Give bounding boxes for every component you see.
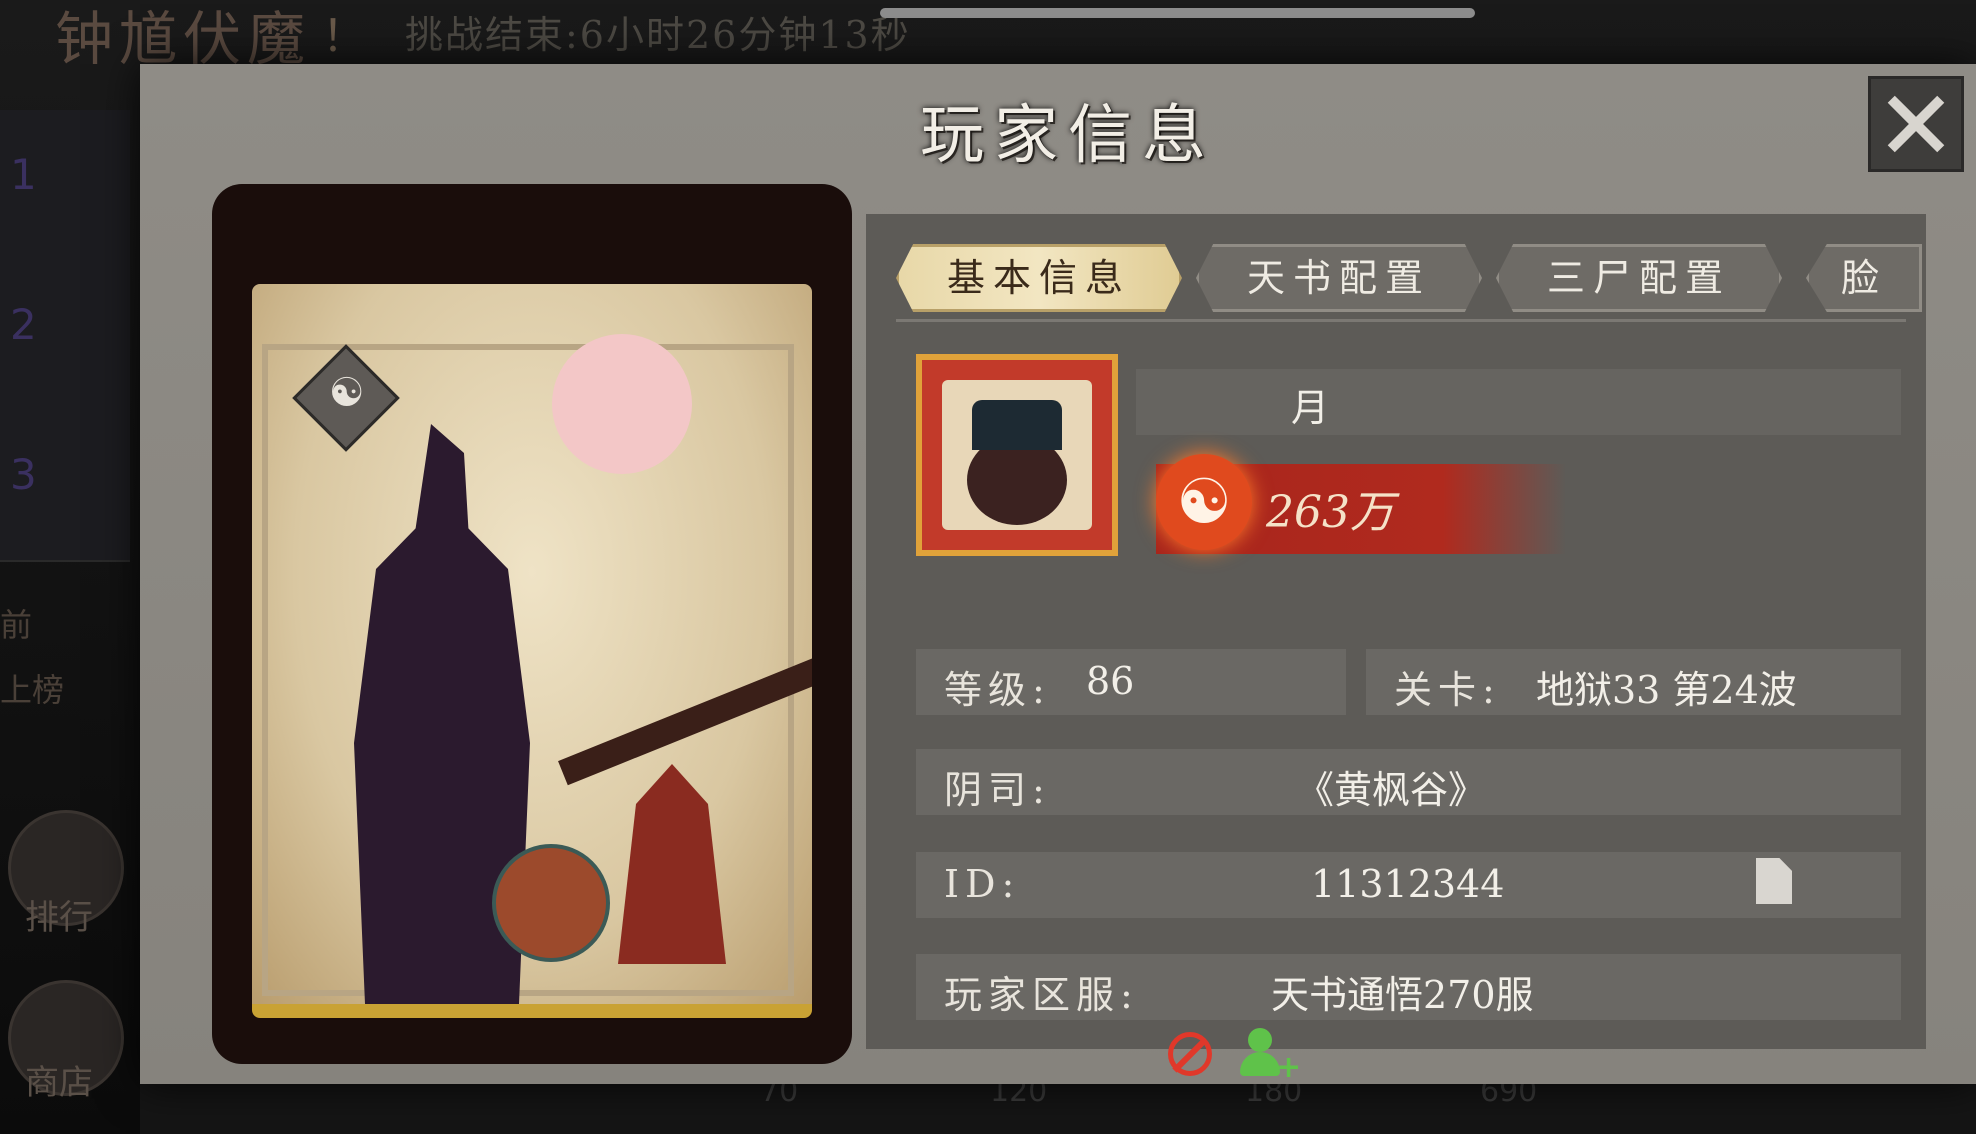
tab-face[interactable]: 脸 <box>1806 244 1922 312</box>
info-pane: 基本信息 天书配置 三尸配置 脸 月 ☯ 263万 等级: 86 关卡: 地狱3… <box>866 214 1926 1049</box>
tab-sanshi-config[interactable]: 三尸配置 <box>1496 244 1782 312</box>
id-row: ID: 11312344 <box>916 852 1901 918</box>
tab-basic-info[interactable]: 基本信息 <box>896 244 1182 312</box>
tabs-divider <box>896 319 1906 322</box>
event-exclaim: ！ <box>322 11 366 62</box>
left-rail: 1 2 3 前 上榜 排行 商店 <box>0 110 140 1134</box>
avatar-image <box>942 380 1092 530</box>
stage-row: 关卡: 地狱33 第24波 <box>1366 649 1901 715</box>
player-info-panel: 玩家信息 ☯ 基本信息 天书配置 三尸配置 脸 月 ☯ 263万 等级: 86 <box>140 64 1976 1085</box>
guild-row: 阴司: 《黄枫谷》 <box>916 749 1901 815</box>
server-value: 天书通悟270服 <box>1271 973 1534 1017</box>
guild-name[interactable]: 《黄枫谷》 <box>1296 759 1486 814</box>
server-row: 玩家区服: 天书通悟270服 <box>916 954 1901 1020</box>
rank-slot-1: 1 <box>0 110 130 262</box>
copy-icon[interactable] <box>1756 858 1792 904</box>
id-label: ID: <box>944 862 1021 906</box>
player-name: 月 <box>1291 386 1330 430</box>
avatar[interactable] <box>916 354 1118 556</box>
stage-label: 关卡: <box>1394 668 1501 712</box>
block-icon[interactable] <box>1168 1032 1212 1076</box>
level-label: 等级: <box>944 668 1051 712</box>
close-icon[interactable] <box>1868 76 1964 172</box>
status-notch-bar <box>880 8 1475 18</box>
combat-power: 263万 <box>1266 487 1394 538</box>
yinyang-power-icon: ☯ <box>1156 454 1252 550</box>
event-timer: 挑战结束:6小时26分钟13秒 <box>405 13 911 57</box>
add-friend-icon[interactable]: + <box>1240 1028 1301 1085</box>
rail-text-front: 前 <box>0 606 33 644</box>
rail-text-ranked: 上榜 <box>0 671 65 709</box>
rank-slot-2: 2 <box>0 260 130 412</box>
guild-label: 阴司: <box>944 768 1051 812</box>
rank-number: 2 <box>10 300 37 349</box>
server-label: 玩家区服: <box>944 973 1139 1017</box>
moon <box>552 334 692 474</box>
character-portrait: ☯ <box>212 184 852 1064</box>
ranking-button-label: 排行 <box>25 898 93 938</box>
shop-button-label: 商店 <box>25 1063 93 1103</box>
event-header: 钟馗伏魔 ！ 挑战结束:6小时26分钟13秒 <box>0 0 1976 73</box>
rank-slot-3: 3 <box>0 410 130 562</box>
level-row: 等级: 86 <box>916 649 1346 715</box>
player-name-bar: 月 <box>1136 369 1901 435</box>
rank-number: 1 <box>10 150 37 199</box>
level-value: 86 <box>1086 659 1135 703</box>
stage-value: 地狱33 第24波 <box>1536 668 1797 712</box>
tab-tianshu-config[interactable]: 天书配置 <box>1196 244 1482 312</box>
player-id: 11312344 <box>1311 862 1505 906</box>
rank-number: 3 <box>10 450 37 499</box>
embroidered-ball <box>492 844 610 962</box>
panel-title: 玩家信息 <box>920 99 1216 173</box>
